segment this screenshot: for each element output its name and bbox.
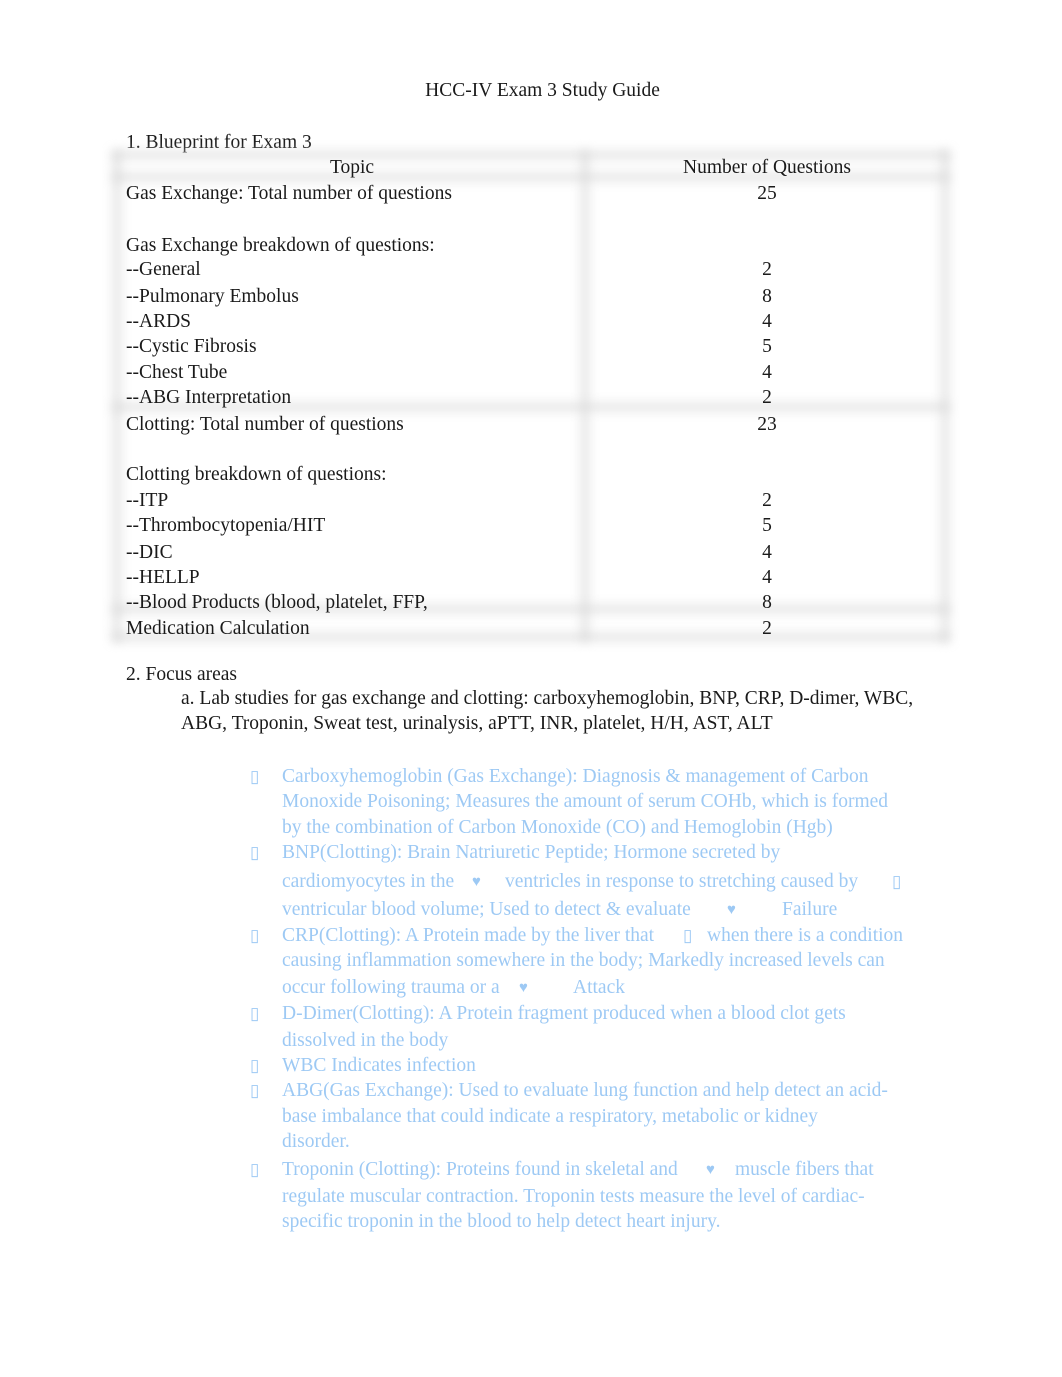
- table-row-count: 4: [762, 542, 772, 563]
- bullet-icon: ▯: [250, 926, 260, 945]
- list-item-text: BNP(Clotting): Brain Natriuretic Peptide…: [282, 842, 781, 863]
- bullet-icon: ▯: [250, 1160, 260, 1179]
- table-border-left: [112, 150, 122, 642]
- table-row-count: 4: [762, 311, 772, 332]
- table-row-topic: --DIC: [126, 542, 173, 563]
- table-row-topic: --Blood Products (blood, platelet, FFP,: [126, 592, 428, 613]
- bullet-icon: ▯: [250, 1004, 260, 1023]
- bullet-icon: ▯: [250, 767, 260, 786]
- list-item-text: cardiomyocytes in the: [282, 871, 455, 892]
- table-row-count: 25: [757, 183, 777, 204]
- table-row-topic: --General: [126, 259, 201, 280]
- table-row-count: 2: [762, 490, 772, 511]
- table-row-topic: Clotting breakdown of questions:: [126, 464, 387, 485]
- table-row-count: 5: [762, 515, 772, 536]
- table-row-topic: --ITP: [126, 490, 169, 511]
- section-2-heading: 2. Focus areas: [126, 664, 238, 685]
- table-row-count: 5: [762, 336, 772, 357]
- list-item-text: Failure: [782, 899, 838, 920]
- list-item-text: by the combination of Carbon Monoxide (C…: [282, 817, 833, 838]
- table-header-count: Number of Questions: [683, 157, 851, 178]
- table-row-count: 4: [762, 567, 772, 588]
- table-row-topic: --ABG Interpretation: [126, 387, 292, 408]
- table-row-topic: Clotting: Total number of questions: [126, 414, 404, 435]
- list-item-text: dissolved in the body: [282, 1030, 449, 1051]
- list-item-text: CRP(Clotting): A Protein made by the liv…: [282, 925, 655, 946]
- document-page: HCC-IV Exam 3 Study Guide 1. Blueprint f…: [0, 0, 1062, 1377]
- list-item-text: disorder.: [282, 1131, 350, 1152]
- list-item-text: Troponin (Clotting): Proteins found in s…: [282, 1159, 678, 1180]
- list-item-text: Monoxide Poisoning; Measures the amount …: [282, 791, 889, 812]
- heart-icon: ♥: [519, 980, 528, 996]
- heart-icon: ♥: [472, 874, 481, 890]
- table-row-topic: Medication Calculation: [126, 618, 310, 639]
- table-row-count: 2: [762, 259, 772, 280]
- bullet-icon: ▯: [250, 1081, 260, 1100]
- list-item-text: ventricular blood volume; Used to detect…: [282, 899, 691, 920]
- list-item-text: regulate muscular contraction. Troponin …: [282, 1186, 865, 1207]
- table-row-count: 23: [757, 414, 777, 435]
- bullet-icon: ▯: [250, 1056, 260, 1075]
- list-item-text: WBC Indicates infection: [282, 1055, 476, 1076]
- table-row-topic: --Cystic Fibrosis: [126, 336, 257, 357]
- list-item-text: base imbalance that could indicate a res…: [282, 1106, 818, 1127]
- list-item-text: ventricles in response to stretching cau…: [505, 871, 859, 892]
- table-row-count: 4: [762, 362, 772, 383]
- table-column-divider: [580, 150, 590, 642]
- table-row-count: 2: [762, 618, 772, 639]
- list-item-text: Attack: [573, 977, 625, 998]
- focus-area-a: a. Lab studies for gas exchange and clot…: [181, 688, 914, 734]
- table-row-topic: --Pulmonary Embolus: [126, 286, 299, 307]
- table-row-topic: --HELLP: [126, 567, 200, 588]
- bullet-icon: ▯: [250, 843, 260, 862]
- table-row-count: 2: [762, 387, 772, 408]
- table-row-topic: --Thrombocytopenia/HIT: [126, 515, 326, 536]
- table-row-topic: --ARDS: [126, 311, 192, 332]
- heart-icon: ♥: [727, 902, 736, 918]
- list-item-text: D-Dimer(Clotting): A Protein fragment pr…: [282, 1003, 846, 1024]
- list-item-text: occur following trauma or a: [282, 977, 500, 998]
- list-item-text: muscle fibers that: [735, 1159, 874, 1180]
- table-header-topic: Topic: [329, 157, 375, 178]
- up-arrow-missing-glyph-icon: ▯: [892, 872, 902, 891]
- list-item-text: specific troponin in the blood to help d…: [282, 1211, 721, 1232]
- list-item-text: ABG(Gas Exchange): Used to evaluate lung…: [282, 1080, 888, 1101]
- table-row-topic: Gas Exchange: Total number of questions: [126, 183, 452, 204]
- heart-icon: ♥: [706, 1162, 715, 1178]
- table-row-count: 8: [762, 286, 772, 307]
- table-row-topic: --Chest Tube: [126, 362, 228, 383]
- up-arrow-missing-glyph-icon: ▯: [683, 926, 693, 945]
- list-item-text: Carboxyhemoglobin (Gas Exchange): Diagno…: [282, 766, 869, 787]
- list-item-text: when there is a condition: [707, 925, 904, 946]
- table-row-topic: Gas Exchange breakdown of questions:: [126, 235, 435, 256]
- document-title: HCC-IV Exam 3 Study Guide: [425, 80, 660, 101]
- table-row-count: 8: [762, 592, 772, 613]
- list-item-text: causing inflammation somewhere in the bo…: [282, 950, 885, 971]
